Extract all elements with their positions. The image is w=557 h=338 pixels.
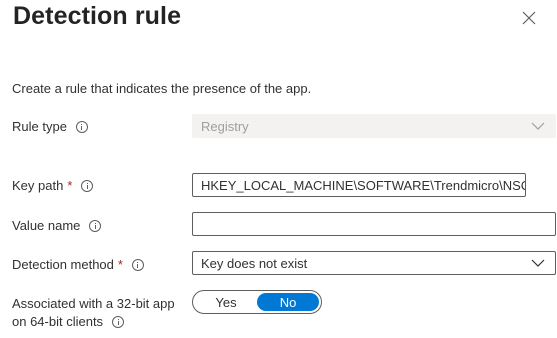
detection-method-dropdown[interactable]: Key does not exist	[192, 251, 556, 275]
panel-title: Detection rule	[13, 2, 182, 30]
associated-32bit-label-line2: on 64-bit clients	[12, 314, 104, 329]
associated-32bit-toggle[interactable]: Yes No	[192, 290, 322, 314]
value-name-label-text: Value name	[12, 218, 81, 233]
required-marker: *	[67, 178, 73, 193]
close-icon[interactable]	[522, 11, 536, 25]
rule-type-value: Registry	[201, 118, 249, 134]
key-path-label: Key path *	[12, 178, 94, 193]
detection-method-label-text: Detection method	[12, 257, 114, 272]
associated-32bit-label-line2-row: on 64-bit clients	[12, 313, 175, 331]
associated-32bit-label-line1: Associated with a 32-bit app	[12, 296, 175, 311]
rule-type-dropdown: Registry	[192, 114, 556, 138]
detection-rule-panel: Detection rule Create a rule that indica…	[0, 0, 557, 338]
info-icon[interactable]	[89, 219, 102, 232]
info-icon[interactable]	[81, 179, 94, 192]
panel-description: Create a rule that indicates the presenc…	[12, 81, 312, 96]
info-icon[interactable]	[75, 120, 88, 133]
info-icon[interactable]	[112, 316, 125, 328]
rule-type-label: Rule type	[12, 119, 88, 134]
key-path-input[interactable]: HKEY_LOCAL_MACHINE\SOFTWARE\Trendmicro\N…	[192, 173, 526, 197]
toggle-option-yes[interactable]: Yes	[195, 293, 257, 311]
chevron-down-icon	[531, 259, 545, 267]
required-marker: *	[117, 257, 123, 272]
chevron-down-icon	[531, 122, 545, 130]
detection-method-value: Key does not exist	[201, 255, 308, 271]
value-name-label: Value name	[12, 218, 102, 233]
rule-type-label-text: Rule type	[12, 119, 67, 134]
toggle-option-no[interactable]: No	[257, 293, 319, 311]
associated-32bit-label: Associated with a 32-bit app on 64-bit c…	[12, 295, 175, 331]
key-path-label-text: Key path	[12, 178, 64, 193]
value-name-input[interactable]	[192, 212, 556, 236]
key-path-value: HKEY_LOCAL_MACHINE\SOFTWARE\Trendmicro\N…	[201, 177, 525, 193]
detection-method-label: Detection method *	[12, 257, 144, 272]
info-icon[interactable]	[131, 258, 144, 271]
